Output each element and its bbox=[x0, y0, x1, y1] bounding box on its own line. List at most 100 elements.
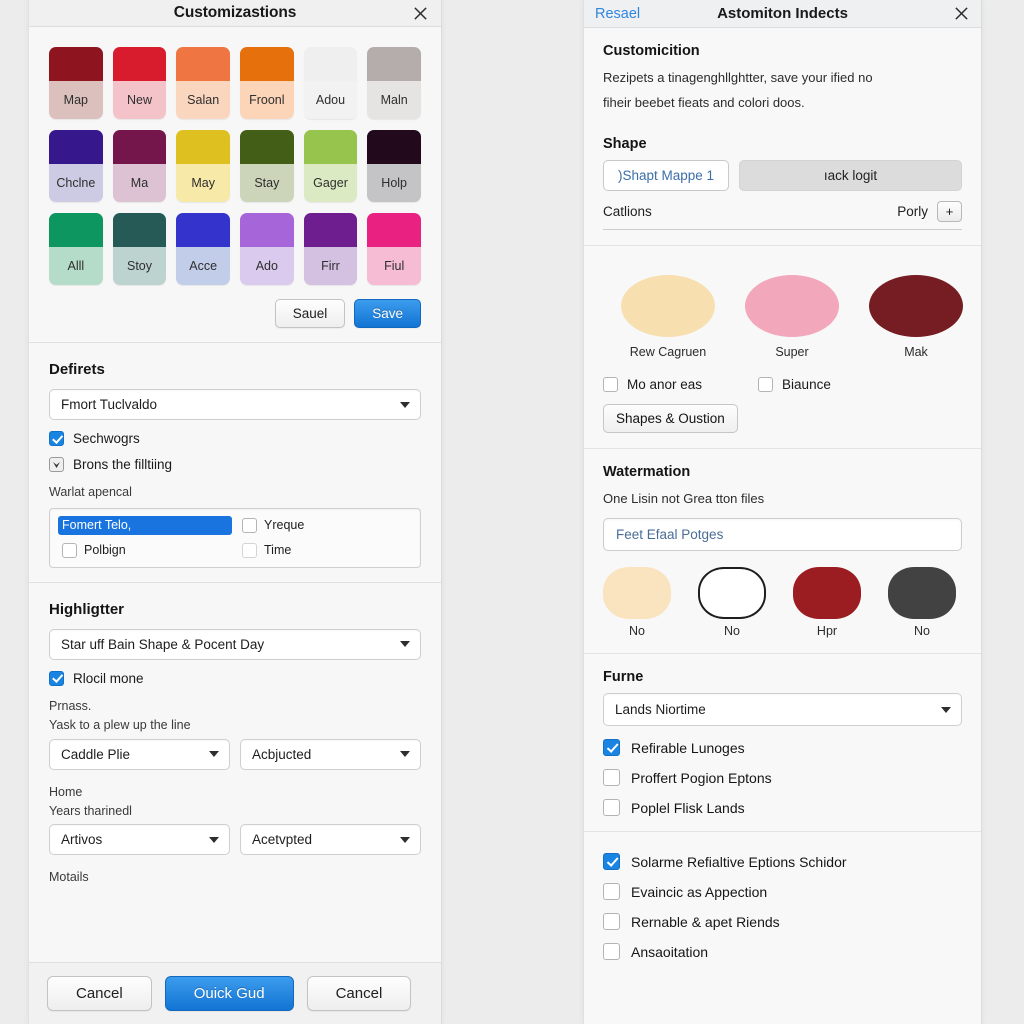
cancel-button-right[interactable]: Cancel bbox=[306, 976, 412, 1011]
color-swatch[interactable]: Froonl bbox=[240, 47, 294, 119]
multi-select-label: Warlat apencal bbox=[49, 485, 132, 499]
color-swatch[interactable]: Map bbox=[49, 47, 103, 119]
swatch-color-block bbox=[303, 47, 358, 81]
color-swatch[interactable]: Adou bbox=[303, 47, 358, 119]
bottom-checkbox-2-label: Rernable & apet Riends bbox=[631, 913, 780, 930]
plus-icon-button[interactable]: + bbox=[937, 200, 962, 222]
color-swatch[interactable]: Holp bbox=[367, 130, 421, 202]
highligtter-select-right-2[interactable]: Acetvpted bbox=[240, 824, 421, 856]
checkbox-icon bbox=[603, 913, 620, 931]
customicition-heading: Customicition bbox=[603, 43, 700, 59]
swatch-label: New bbox=[112, 81, 167, 119]
bottom-checkbox-0[interactable]: Solarme Refialtive Eptions Schidor bbox=[603, 853, 962, 871]
shape-segment-row: )Shapt Mappe 1 ıack logit bbox=[603, 159, 962, 191]
bottom-checkbox-3[interactable]: Ansaoitation bbox=[603, 943, 962, 961]
ellipse-row: Rew Cagruen Super Mak bbox=[621, 274, 963, 361]
multi-item-3-label: Time bbox=[264, 543, 292, 558]
furne-checkbox-1[interactable]: Proffert Pogion Eptons bbox=[603, 769, 962, 787]
checkbox-icon bbox=[603, 769, 620, 787]
checkbox-icon bbox=[49, 670, 64, 686]
color-swatch[interactable]: Ma bbox=[112, 130, 167, 202]
color-swatch[interactable]: Fiul bbox=[367, 213, 421, 285]
color-swatch[interactable]: Stoy bbox=[112, 213, 167, 285]
bottom-checkbox-1[interactable]: Evaincic as Appection bbox=[603, 883, 962, 901]
highligtter-select-left-1[interactable]: Caddle Plie bbox=[49, 738, 230, 770]
blob-shape bbox=[698, 567, 766, 620]
watermation-heading: Watermation bbox=[603, 464, 691, 480]
highligtter-select-left-1-value: Caddle Plie bbox=[61, 746, 131, 762]
multi-select-box[interactable]: Fomert Telo, Yreque Polbign Time bbox=[49, 507, 421, 568]
close-icon[interactable] bbox=[951, 4, 971, 24]
defirets-checkbox-2-label: Brons the filltiing bbox=[73, 457, 173, 472]
color-swatch[interactable]: Stay bbox=[240, 130, 294, 202]
watermation-blob[interactable]: No bbox=[603, 567, 671, 638]
ellipse-swatch[interactable]: Super bbox=[745, 274, 839, 361]
color-swatch[interactable]: Alll bbox=[49, 213, 103, 285]
highligtter-select[interactable]: Star uff Bain Shape & Pocent Day bbox=[49, 628, 421, 660]
ellipse-swatch-section: Rew Cagruen Super Mak Mo anor eas Biaunce … bbox=[584, 246, 981, 449]
swatch-section: Map New Salan Froonl Adou Maln Chclne Ma May Stay… bbox=[29, 27, 441, 343]
defirets-checkbox-2[interactable]: Brons the filltiing bbox=[49, 457, 421, 472]
swatch-color-block bbox=[49, 47, 103, 81]
watermation-blob[interactable]: No bbox=[888, 567, 956, 638]
watermation-blob[interactable]: Hpr bbox=[793, 567, 861, 638]
color-swatch[interactable]: Maln bbox=[367, 47, 421, 119]
multi-item-3[interactable]: Time bbox=[238, 541, 412, 560]
color-swatch[interactable]: Ado bbox=[240, 213, 294, 285]
ellipse-checkbox-row: Mo anor eas Biaunce bbox=[603, 377, 962, 392]
furne-checkbox-0[interactable]: Refirable Lunoges bbox=[603, 739, 962, 757]
bottom-options-section: Solarme Refialtive Eptions Schidor Evain… bbox=[584, 832, 981, 975]
watermation-input[interactable]: Feet Efaal Potges bbox=[603, 518, 962, 552]
defirets-select[interactable]: Fmort Tuclvaldo bbox=[49, 389, 421, 420]
swatch-label: Chclne bbox=[49, 164, 103, 202]
watermation-blob-row: No No Hpr No bbox=[603, 567, 962, 638]
ellipse-checkbox-0[interactable]: Mo anor eas bbox=[603, 377, 702, 392]
highligtter-select-right-1[interactable]: Acbjucted bbox=[240, 738, 421, 770]
multi-item-1[interactable]: Yreque bbox=[238, 516, 412, 535]
ellipse-swatch[interactable]: Rew Cagruen bbox=[621, 274, 715, 361]
defirets-checkbox-1[interactable]: Sechwogrs bbox=[49, 431, 421, 446]
right-panel-titlebar: Resael Astomiton Indects bbox=[584, 0, 981, 28]
swatch-label: Map bbox=[49, 81, 103, 119]
jack-logit-button[interactable]: ıack logit bbox=[739, 159, 962, 191]
furne-select[interactable]: Lands Niortime bbox=[603, 693, 962, 727]
swatch-grid: Map New Salan Froonl Adou Maln Chclne Ma May Stay… bbox=[49, 47, 421, 285]
swatch-cancel-button[interactable]: Sauel bbox=[274, 299, 346, 328]
close-icon[interactable] bbox=[409, 2, 431, 24]
multi-item-0[interactable]: Fomert Telo, bbox=[58, 515, 232, 535]
quick-gud-button[interactable]: Ouick Gud bbox=[164, 976, 294, 1011]
checkbox-icon bbox=[758, 377, 774, 392]
color-swatch[interactable]: May bbox=[176, 130, 230, 202]
back-link[interactable]: Resael bbox=[595, 6, 640, 22]
swatch-save-button[interactable]: Save bbox=[354, 299, 421, 328]
shapes-and-oustion-button[interactable]: Shapes & Oustion bbox=[603, 404, 738, 433]
multi-item-2[interactable]: Polbign bbox=[58, 541, 232, 560]
ellipse-shape bbox=[869, 274, 963, 337]
color-swatch[interactable]: New bbox=[112, 47, 167, 119]
bottom-checkbox-2[interactable]: Rernable & apet Riends bbox=[603, 913, 962, 931]
color-swatch[interactable]: Chclne bbox=[49, 130, 103, 202]
color-swatch[interactable]: Gager bbox=[303, 130, 358, 202]
porly-label: Porly bbox=[897, 203, 928, 219]
shape-mappe-button[interactable]: )Shapt Mappe 1 bbox=[603, 159, 730, 191]
swatch-label: Stoy bbox=[112, 247, 167, 285]
furne-heading: Furne bbox=[603, 669, 644, 686]
highligtter-checkbox[interactable]: Rlocil mone bbox=[49, 670, 421, 686]
checkbox-icon bbox=[242, 542, 257, 558]
chevron-down-icon bbox=[400, 751, 410, 758]
furne-checkbox-2[interactable]: Poplel Flisk Lands bbox=[603, 799, 962, 817]
color-swatch[interactable]: Acce bbox=[176, 213, 230, 285]
cancel-button-left[interactable]: Cancel bbox=[47, 976, 152, 1011]
color-swatch[interactable]: Salan bbox=[176, 47, 230, 119]
swatch-color-block bbox=[367, 213, 421, 247]
checkbox-icon bbox=[603, 943, 620, 961]
watermation-blob[interactable]: No bbox=[698, 567, 766, 638]
highligtter-note-4: Years tharinedl bbox=[49, 803, 132, 818]
highligtter-select-left-2[interactable]: Artivos bbox=[49, 824, 230, 856]
swatch-label: Ado bbox=[240, 247, 294, 285]
blob-shape bbox=[603, 567, 671, 620]
ellipse-checkbox-1[interactable]: Biaunce bbox=[758, 377, 831, 392]
color-swatch[interactable]: Firr bbox=[303, 213, 358, 285]
ellipse-swatch[interactable]: Mak bbox=[869, 274, 963, 361]
highligtter-section: Highligtter Star uff Bain Shape & Pocent… bbox=[29, 583, 441, 905]
